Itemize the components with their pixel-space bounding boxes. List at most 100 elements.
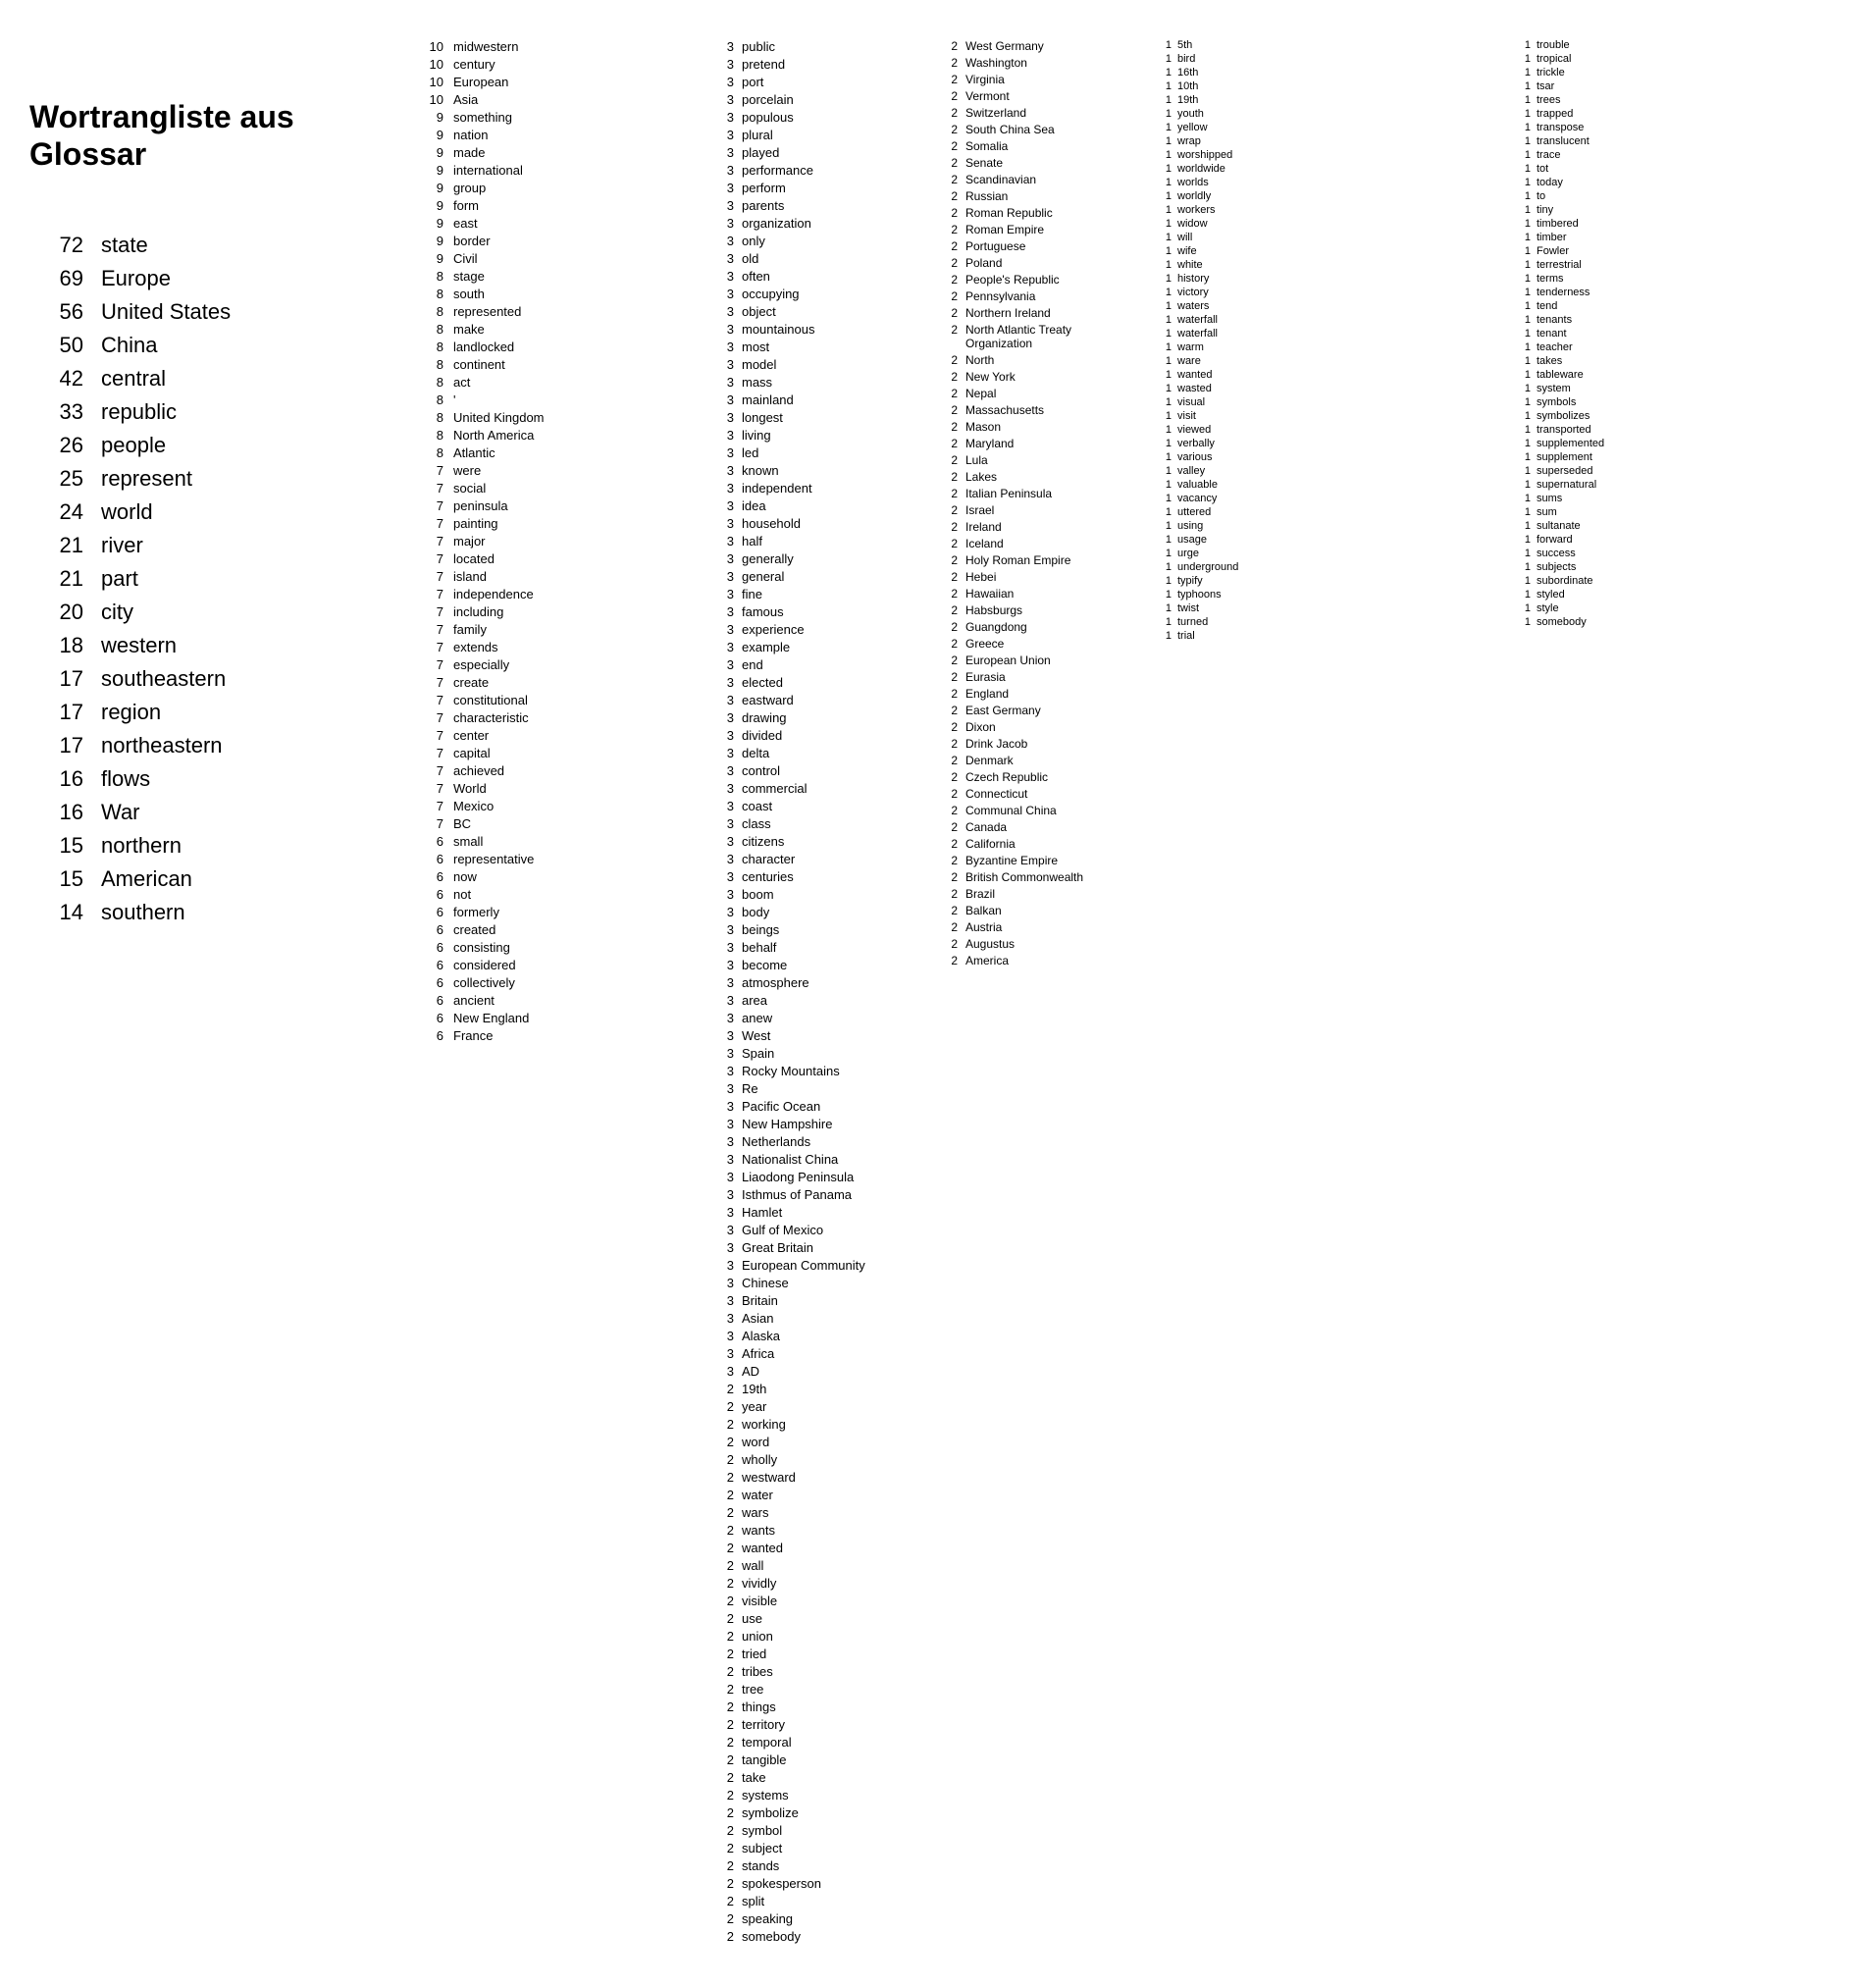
list-item: 6France (422, 1028, 697, 1043)
list-item: 1tenant (1517, 328, 1866, 340)
list-item: 2European Union (942, 653, 1138, 667)
list-item: 1trace (1517, 149, 1866, 161)
col1-word-list: 3public3pretend3port3porcelain3populous3… (716, 39, 922, 1944)
list-item: 2Switzerland (942, 106, 1138, 120)
list-item: 2tried (716, 1646, 922, 1661)
list-item: 1history (1158, 273, 1507, 285)
list-item: 1transported (1517, 424, 1866, 436)
list-item: 2Eurasia (942, 670, 1138, 684)
list-item: 1trapped (1517, 108, 1866, 120)
list-item: 1forward (1517, 534, 1866, 546)
list-item: 3atmosphere (716, 975, 922, 990)
list-item: 1to (1517, 190, 1866, 202)
far-right-panel: 15th1bird116th110th119th1youth1yellow1wr… (1148, 20, 1876, 1966)
list-item: 3eastward (716, 693, 922, 707)
list-item: 3known (716, 463, 922, 478)
list-item: 2year (716, 1399, 922, 1414)
list-item: 2things (716, 1699, 922, 1714)
list-item: 1styled (1517, 589, 1866, 601)
list-item: 1success (1517, 548, 1866, 559)
list-item: 8Atlantic (422, 445, 697, 460)
list-item: 1tenderness (1517, 287, 1866, 298)
list-item: 1underground (1158, 561, 1507, 573)
list-item: 116th (1158, 67, 1507, 78)
list-item: 1style (1517, 602, 1866, 614)
list-item: 3area (716, 993, 922, 1008)
list-item: 2Mason (942, 420, 1138, 434)
list-item: 1Fowler (1517, 245, 1866, 257)
list-item: 3only (716, 234, 922, 248)
list-item: 3Pacific Ocean (716, 1099, 922, 1114)
list-item: 2Hawaiian (942, 587, 1138, 601)
list-item: 15American (29, 866, 383, 892)
list-item: 1timber (1517, 232, 1866, 243)
list-item: 3mountainous (716, 322, 922, 337)
list-item: 3coast (716, 799, 922, 813)
list-item: 2spokesperson (716, 1876, 922, 1891)
list-item: 2Israel (942, 503, 1138, 517)
list-item: 3European Community (716, 1258, 922, 1273)
list-item: 1tot (1517, 163, 1866, 175)
list-item: 9group (422, 181, 697, 195)
list-item: 2Virginia (942, 73, 1138, 86)
list-item: 3performance (716, 163, 922, 178)
list-item: 3model (716, 357, 922, 372)
list-item: 2symbolize (716, 1805, 922, 1820)
page-title: Wortrangliste aus Glossar (29, 98, 383, 174)
col2-word-list: 2West Germany2Washington2Virginia2Vermon… (942, 39, 1138, 967)
list-item: 3boom (716, 887, 922, 902)
list-item: 1subordinate (1517, 575, 1866, 587)
list-item: 2Brazil (942, 887, 1138, 901)
list-item: 1waterfall (1158, 328, 1507, 340)
list-item: 1valley (1158, 465, 1507, 477)
list-item: 1wanted (1158, 369, 1507, 381)
list-item: 3fine (716, 587, 922, 601)
list-item: 7major (422, 534, 697, 549)
list-item: 16War (29, 800, 383, 825)
list-item: 9something (422, 110, 697, 125)
list-item: 7create (422, 675, 697, 690)
list-item: 6now (422, 869, 697, 884)
list-item: 2Czech Republic (942, 770, 1138, 784)
list-item: 1worldwide (1158, 163, 1507, 175)
list-item: 1takes (1517, 355, 1866, 367)
list-item: 3Hamlet (716, 1205, 922, 1220)
list-item: 1visit (1158, 410, 1507, 422)
list-item: 2West Germany (942, 39, 1138, 53)
list-item: 2temporal (716, 1735, 922, 1750)
list-item: 1sums (1517, 493, 1866, 504)
list-item: 42central (29, 366, 383, 392)
list-item: 2North (942, 353, 1138, 367)
list-item: 1timbered (1517, 218, 1866, 230)
list-item: 1youth (1158, 108, 1507, 120)
list-item: 1valuable (1158, 479, 1507, 491)
list-item: 7capital (422, 746, 697, 760)
list-item: 3delta (716, 746, 922, 760)
list-item: 3Asian (716, 1311, 922, 1326)
list-item: 2South China Sea (942, 123, 1138, 136)
list-item: 8make (422, 322, 697, 337)
list-item: 3Liaodong Peninsula (716, 1170, 922, 1184)
list-item: 3Great Britain (716, 1240, 922, 1255)
list-item: 7achieved (422, 763, 697, 778)
list-item: 1wasted (1158, 383, 1507, 394)
list-item: 6not (422, 887, 697, 902)
list-item: 1various (1158, 451, 1507, 463)
list-item: 1will (1158, 232, 1507, 243)
list-item: 15northern (29, 833, 383, 859)
list-item: 3generally (716, 551, 922, 566)
list-item: 2Iceland (942, 537, 1138, 550)
list-item: 15th (1158, 39, 1507, 51)
list-item: 6considered (422, 958, 697, 972)
list-item: 2Pennsylvania (942, 289, 1138, 303)
list-item: 3Re (716, 1081, 922, 1096)
list-item: 2subject (716, 1841, 922, 1855)
list-item: 3idea (716, 498, 922, 513)
list-item: 2systems (716, 1788, 922, 1803)
list-item: 3general (716, 569, 922, 584)
list-item: 3parents (716, 198, 922, 213)
list-item: 1wrap (1158, 135, 1507, 147)
list-item: 8south (422, 287, 697, 301)
list-item: 3body (716, 905, 922, 919)
list-item: 3Isthmus of Panama (716, 1187, 922, 1202)
